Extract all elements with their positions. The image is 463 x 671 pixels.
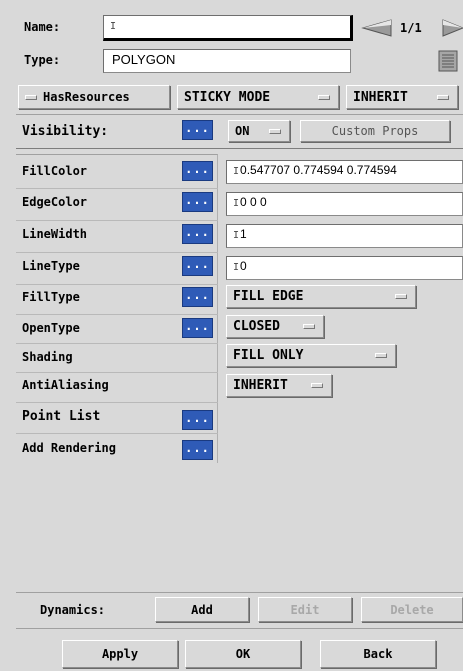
edgecolor-field[interactable]: I0 0 0 [226,192,463,216]
option-menu-icon [395,294,407,299]
back-button[interactable]: Back [320,640,436,668]
page-indicator: 1/1 [400,21,422,35]
dynamics-edit-button[interactable]: Edit [258,597,352,622]
list-icon [438,50,458,72]
divider [16,372,218,373]
shading-menu[interactable]: FILL ONLY [226,344,396,367]
opentype-menu[interactable]: CLOSED [226,315,324,338]
opentype-label: OpenType [22,321,80,335]
divider [16,114,463,115]
linewidth-field[interactable]: I1 [226,224,463,248]
type-field[interactable]: POLYGON [103,49,351,73]
divider [16,343,218,344]
point-list-label: Point List [22,409,101,424]
divider [16,592,463,593]
visibility-menu[interactable]: ON [228,120,290,142]
name-label: Name: [24,20,61,34]
shading-label: Shading [22,350,73,364]
has-resources-toggle[interactable]: HasResources [18,85,170,109]
antialiasing-label: AntiAliasing [22,378,109,392]
option-menu-icon [269,128,281,134]
option-menu-icon [311,383,323,388]
text-cursor-icon: I [233,230,240,241]
divider [16,433,218,434]
inherit-menu[interactable]: INHERIT [346,85,458,109]
visibility-more-button[interactable]: ... [182,120,213,140]
apply-button[interactable]: Apply [62,640,178,668]
visibility-label: Visibility: [22,124,109,139]
option-menu-icon [437,94,449,100]
next-button[interactable] [441,17,463,39]
sticky-mode-menu[interactable]: STICKY MODE [177,85,339,109]
add-rendering-label: Add Rendering [22,441,116,455]
triangle-left-icon [357,17,395,39]
filltype-label: FillType [22,290,80,304]
linetype-more-button[interactable]: ... [182,256,213,276]
dynamics-add-button[interactable]: Add [155,597,249,622]
divider [16,402,218,403]
filltype-menu[interactable]: FILL EDGE [226,285,416,308]
divider [16,284,218,285]
divider [16,188,218,189]
text-cursor-icon: I [233,166,240,177]
divider [16,252,218,253]
divider [16,628,463,629]
ok-button[interactable]: OK [185,640,301,668]
text-cursor-icon: I [233,262,240,273]
triangle-right-icon [442,19,463,37]
antialiasing-menu[interactable]: INHERIT [226,374,332,397]
prev-button[interactable] [357,17,395,39]
linetype-label: LineType [22,259,80,273]
opentype-more-button[interactable]: ... [182,318,213,338]
text-cursor-icon: I [110,21,117,32]
point-list-more-button[interactable]: ... [182,410,213,430]
divider [16,148,463,149]
option-menu-icon [375,353,387,358]
dynamics-delete-button[interactable]: Delete [361,597,463,622]
toggle-indicator-icon [25,94,37,100]
divider [16,220,218,221]
linetype-field[interactable]: I0 [226,256,463,280]
type-label: Type: [24,53,61,67]
name-field[interactable]: I [103,15,353,41]
list-button[interactable] [438,50,458,72]
linewidth-label: LineWidth [22,227,88,241]
filltype-more-button[interactable]: ... [182,287,213,307]
custom-props-button[interactable]: Custom Props [300,120,450,142]
edgecolor-more-button[interactable]: ... [182,192,213,212]
add-rendering-more-button[interactable]: ... [182,440,213,460]
fillcolor-label: FillColor [22,164,88,178]
edgecolor-label: EdgeColor [22,195,88,209]
divider [16,314,218,315]
text-cursor-icon: I [233,198,240,209]
option-menu-icon [303,324,315,329]
linewidth-more-button[interactable]: ... [182,224,213,244]
fillcolor-more-button[interactable]: ... [182,161,213,181]
option-menu-icon [318,94,330,100]
fillcolor-field[interactable]: I0.547707 0.774594 0.774594 [226,160,463,184]
dynamics-label: Dynamics: [40,603,106,617]
